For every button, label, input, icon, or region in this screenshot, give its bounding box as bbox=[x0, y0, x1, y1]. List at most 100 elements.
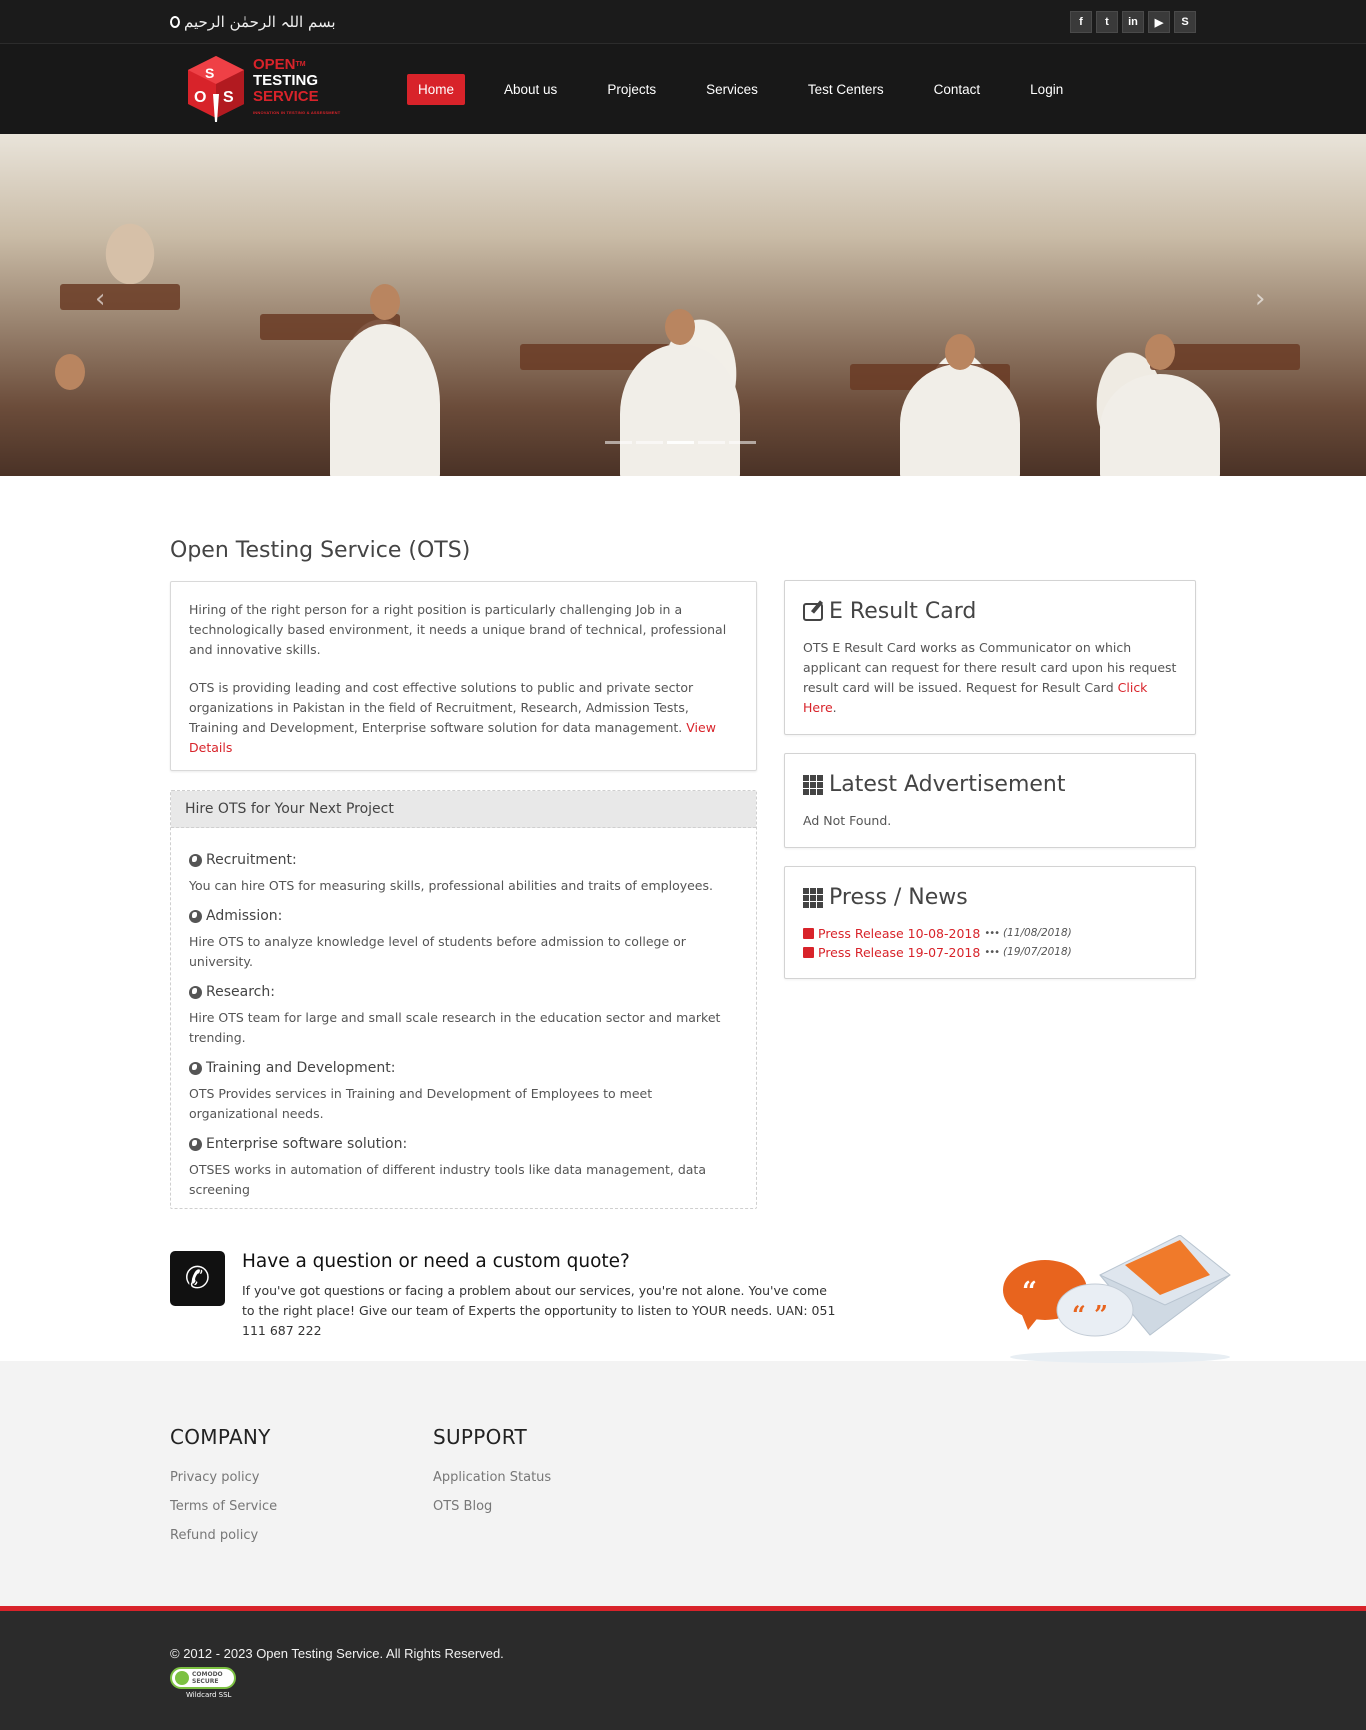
advertisement-title: Latest Advertisement bbox=[803, 772, 1177, 797]
pdf-icon bbox=[803, 947, 814, 958]
globe-icon bbox=[189, 909, 202, 923]
footer-links: COMPANY Privacy policy Terms of Service … bbox=[0, 1361, 1366, 1606]
news-link[interactable]: Press Release 10-08-2018 bbox=[818, 924, 980, 943]
nav-contact[interactable]: Contact bbox=[923, 74, 992, 105]
news-date: (19/07/2018) bbox=[1003, 946, 1072, 958]
slider-dot[interactable] bbox=[667, 441, 694, 444]
ellipsis-icon: ••• bbox=[984, 947, 1000, 958]
ssl-caption: Wildcard SSL bbox=[186, 1691, 232, 1699]
terms-of-service-link[interactable]: Terms of Service bbox=[170, 1499, 277, 1514]
svg-text:“ ”: “ ” bbox=[1072, 1300, 1108, 1329]
slider-prev-arrow-icon[interactable]: ‹ bbox=[95, 284, 105, 314]
footer-company: COMPANY Privacy policy Terms of Service … bbox=[170, 1425, 433, 1550]
result-card-text: OTS E Result Card works as Communicator … bbox=[803, 640, 1177, 715]
grid-icon bbox=[803, 887, 823, 908]
hero-photo-detail bbox=[330, 324, 440, 476]
hero-photo-detail bbox=[665, 309, 695, 345]
ots-blog-link[interactable]: OTS Blog bbox=[433, 1499, 492, 1514]
nav-about-us[interactable]: About us bbox=[493, 74, 568, 105]
slider-next-arrow-icon[interactable]: › bbox=[1255, 284, 1265, 314]
privacy-policy-link[interactable]: Privacy policy bbox=[170, 1470, 259, 1485]
hire-ots-panel: Hire OTS for Your Next Project Recruitme… bbox=[170, 790, 757, 1209]
nav-projects[interactable]: Projects bbox=[596, 74, 667, 105]
linkedin-icon[interactable]: in bbox=[1122, 11, 1144, 33]
service-description: OTSES works in automation of different i… bbox=[189, 1162, 706, 1197]
hero-photo-detail bbox=[900, 364, 1020, 476]
ots-logo[interactable]: S O S OPENTM TESTING SERVICE INNOVATION … bbox=[185, 54, 407, 124]
nav-test-centers[interactable]: Test Centers bbox=[797, 74, 895, 105]
slider-indicators bbox=[605, 441, 756, 444]
service-heading: Training and Development: bbox=[189, 1060, 738, 1076]
refund-policy-link[interactable]: Refund policy bbox=[170, 1528, 258, 1543]
page-title: Open Testing Service (OTS) bbox=[170, 538, 471, 563]
contact-cta: ✆ Have a question or need a custom quote… bbox=[170, 1235, 1231, 1363]
ring-icon bbox=[170, 16, 180, 28]
svg-text:“: “ bbox=[1022, 1277, 1037, 1307]
twitter-icon[interactable]: t bbox=[1096, 11, 1118, 33]
ellipsis-icon: ••• bbox=[984, 928, 1000, 939]
slider-dot[interactable] bbox=[729, 441, 756, 444]
hero-photo-detail bbox=[1145, 334, 1175, 370]
slider-dot[interactable] bbox=[636, 441, 663, 444]
edit-icon bbox=[803, 602, 823, 621]
advertisement-panel: Latest Advertisement Ad Not Found. bbox=[784, 753, 1196, 848]
service-description: OTS Provides services in Training and De… bbox=[189, 1086, 653, 1121]
skype-icon[interactable]: S bbox=[1174, 11, 1196, 33]
news-item: Press Release 10-08-2018 ••• (11/08/2018… bbox=[803, 924, 1177, 943]
hero-photo-detail bbox=[370, 284, 400, 320]
hero-photo-detail bbox=[1100, 374, 1220, 476]
copyright-text: © 2012 - 2023 Open Testing Service. All … bbox=[170, 1646, 504, 1661]
svg-text:S: S bbox=[205, 65, 214, 81]
globe-icon bbox=[189, 1061, 202, 1075]
service-heading: Enterprise software solution: bbox=[189, 1136, 738, 1152]
intro-paragraph: OTS is providing leading and cost effect… bbox=[189, 680, 716, 755]
right-column: E Result Card OTS E Result Card works as… bbox=[784, 580, 1196, 997]
site-header: S O S OPENTM TESTING SERVICE INNOVATION … bbox=[0, 44, 1366, 134]
news-link[interactable]: Press Release 19-07-2018 bbox=[818, 943, 980, 962]
youtube-icon[interactable]: ▶ bbox=[1148, 11, 1170, 33]
chat-envelope-illustration: “ “ ” bbox=[1003, 1235, 1231, 1363]
service-description: Hire OTS to analyze knowledge level of s… bbox=[189, 934, 686, 969]
application-status-link[interactable]: Application Status bbox=[433, 1470, 551, 1485]
globe-icon bbox=[189, 853, 202, 867]
hero-photo-detail bbox=[55, 354, 85, 390]
svg-text:O: O bbox=[194, 89, 206, 106]
cta-text: If you've got questions or facing a prob… bbox=[242, 1283, 836, 1338]
logo-wordmark: OPENTM TESTING SERVICE INNOVATION IN TES… bbox=[253, 56, 341, 116]
footer-bottom: © 2012 - 2023 Open Testing Service. All … bbox=[0, 1611, 1366, 1730]
bismillah-text: بسم اللہ الرحمٰن الرحیم bbox=[170, 13, 336, 31]
social-links: f t in ▶ S bbox=[1070, 11, 1196, 33]
press-news-panel: Press / News Press Release 10-08-2018 ••… bbox=[784, 866, 1196, 979]
globe-icon bbox=[189, 1137, 202, 1151]
ssl-badge[interactable]: COMODO SECURE Wildcard SSL bbox=[170, 1667, 1196, 1699]
press-news-title: Press / News bbox=[803, 885, 1177, 910]
footer-support: SUPPORT Application Status OTS Blog bbox=[433, 1425, 696, 1550]
hire-panel-heading: Hire OTS for Your Next Project bbox=[171, 791, 756, 828]
slider-dot[interactable] bbox=[698, 441, 725, 444]
intro-box: Hiring of the right person for a right p… bbox=[170, 581, 757, 771]
news-item: Press Release 19-07-2018 ••• (19/07/2018… bbox=[803, 943, 1177, 962]
service-heading: Research: bbox=[189, 984, 738, 1000]
nav-services[interactable]: Services bbox=[695, 74, 769, 105]
service-description: Hire OTS team for large and small scale … bbox=[189, 1010, 721, 1045]
ots-cube-logo-icon: S O S bbox=[188, 56, 244, 122]
slider-dot[interactable] bbox=[605, 441, 632, 444]
service-description: You can hire OTS for measuring skills, p… bbox=[189, 878, 713, 893]
result-card-title: E Result Card bbox=[803, 599, 1177, 624]
footer-heading: COMPANY bbox=[170, 1425, 271, 1449]
hero-slider: ‹ › bbox=[0, 134, 1366, 476]
service-heading: Recruitment: bbox=[189, 852, 738, 868]
news-date: (11/08/2018) bbox=[1003, 927, 1072, 939]
intro-paragraph: Hiring of the right person for a right p… bbox=[189, 602, 727, 657]
main-nav: Home About us Projects Services Test Cen… bbox=[407, 73, 1102, 105]
facebook-icon[interactable]: f bbox=[1070, 11, 1092, 33]
top-bar: بسم اللہ الرحمٰن الرحیم f t in ▶ S bbox=[0, 0, 1366, 44]
result-card-panel: E Result Card OTS E Result Card works as… bbox=[784, 580, 1196, 735]
advertisement-text: Ad Not Found. bbox=[803, 813, 892, 828]
globe-icon bbox=[189, 985, 202, 999]
footer-heading: SUPPORT bbox=[433, 1425, 527, 1449]
nav-home[interactable]: Home bbox=[407, 73, 466, 105]
cta-title: Have a question or need a custom quote? bbox=[242, 1251, 630, 1272]
news-list: Press Release 10-08-2018 ••• (11/08/2018… bbox=[803, 924, 1177, 962]
nav-login[interactable]: Login bbox=[1019, 74, 1074, 105]
